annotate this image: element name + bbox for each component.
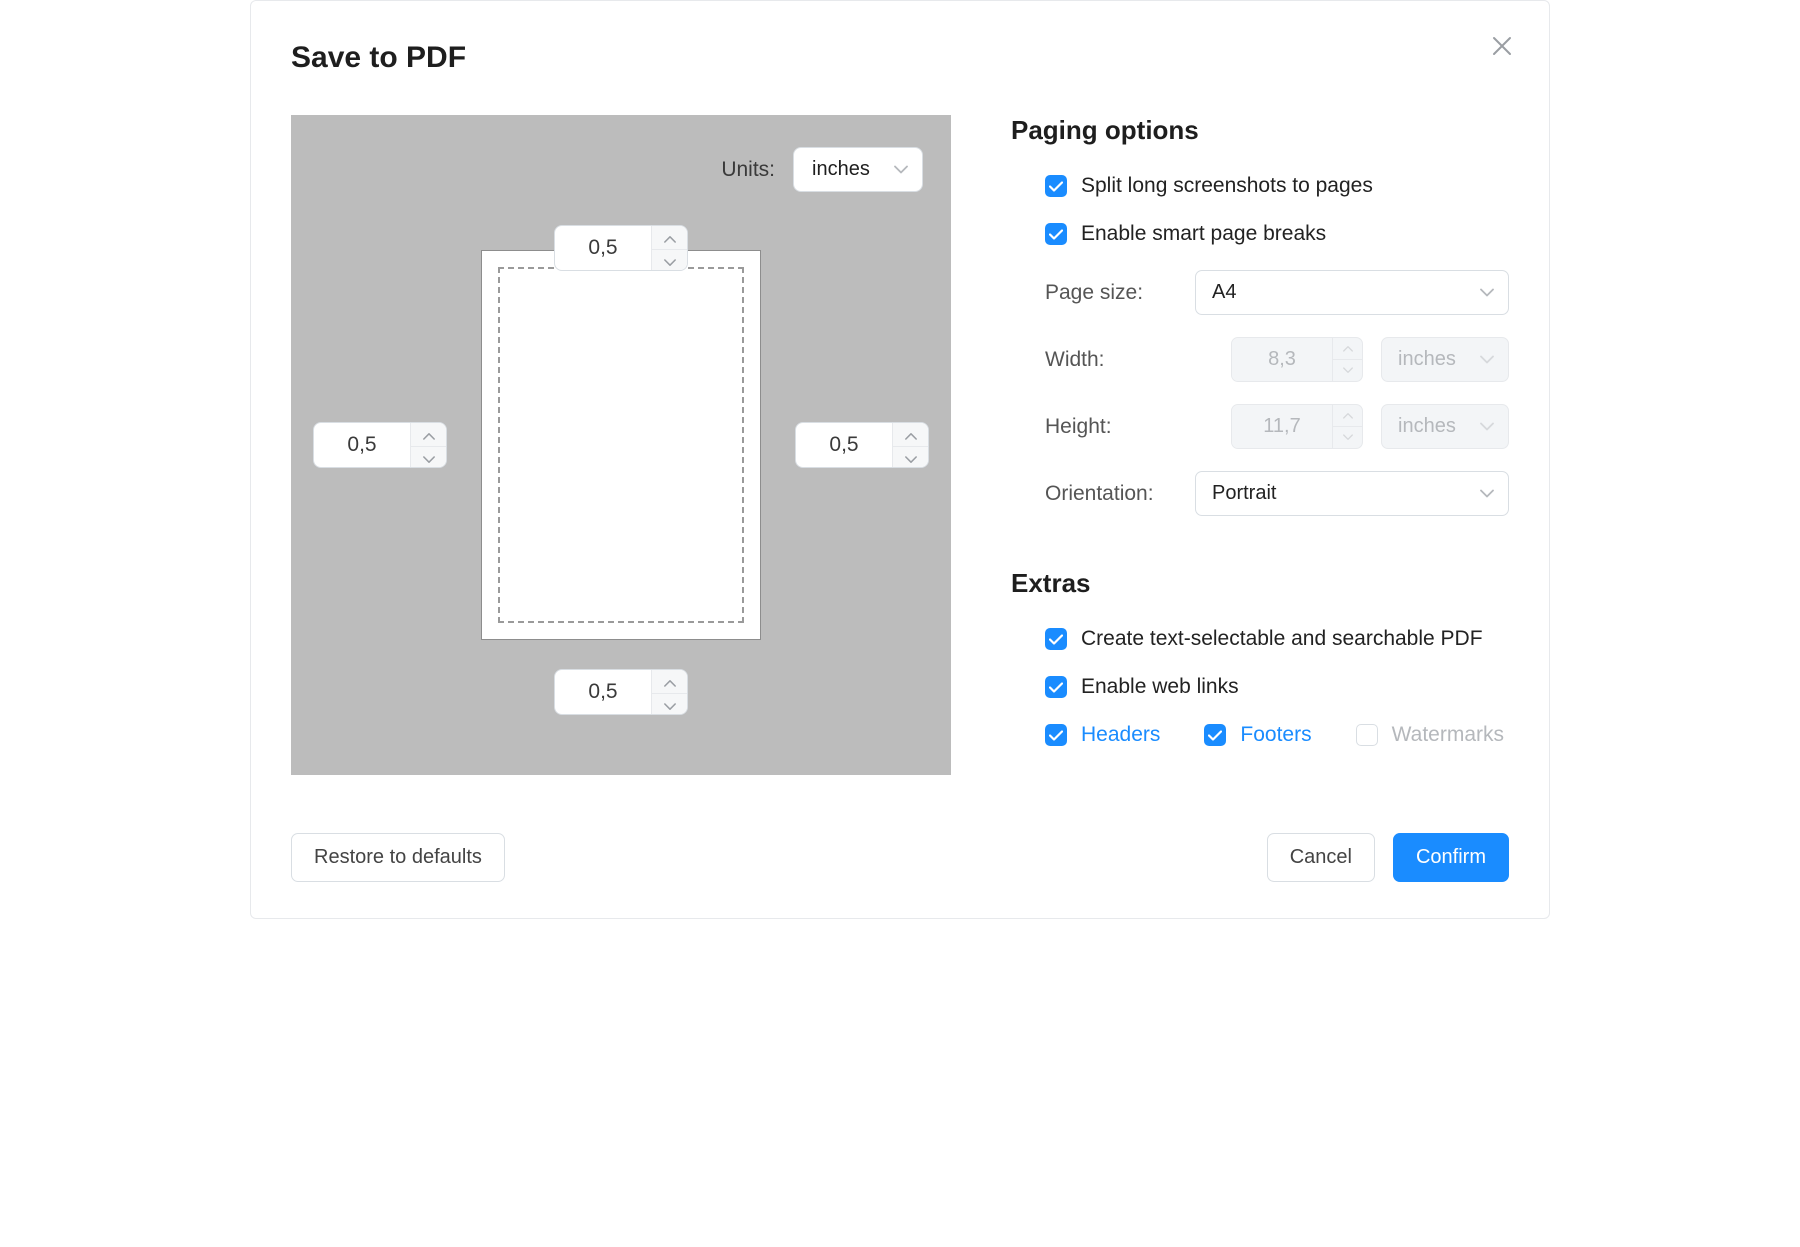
smart-breaks-checkbox[interactable] (1045, 223, 1067, 245)
width-increase (1333, 338, 1362, 360)
orientation-label: Orientation: (1045, 482, 1195, 506)
paging-section: Paging options Split long screenshots to… (1011, 115, 1509, 516)
headers-checkbox[interactable] (1045, 724, 1067, 746)
height-stepper: 11,7 (1231, 404, 1363, 449)
width-unit-value: inches (1398, 348, 1456, 370)
split-pages-label: Split long screenshots to pages (1081, 174, 1373, 198)
chevron-down-icon (1480, 422, 1494, 431)
options-column: Paging options Split long screenshots to… (1011, 115, 1509, 747)
paging-title: Paging options (1011, 115, 1509, 146)
margin-top-increase[interactable] (652, 226, 687, 250)
footers-checkbox[interactable] (1204, 724, 1226, 746)
margin-bottom-increase[interactable] (652, 670, 687, 694)
chevron-up-icon (664, 670, 676, 693)
page-preview-panel: Units: inches 0,5 0,5 (291, 115, 951, 775)
watermarks-label: Watermarks (1392, 723, 1504, 747)
chevron-down-icon (1343, 434, 1353, 441)
margin-bottom-decrease[interactable] (652, 694, 687, 715)
check-icon (1049, 730, 1063, 741)
units-value: inches (812, 158, 870, 180)
width-label: Width: (1045, 348, 1195, 372)
margin-left-decrease[interactable] (411, 447, 446, 468)
dialog-title: Save to PDF (291, 41, 1509, 75)
searchable-pdf-checkbox[interactable] (1045, 628, 1067, 650)
headers-link[interactable]: Headers (1081, 723, 1160, 747)
check-icon (1208, 730, 1222, 741)
chevron-up-icon (664, 226, 676, 249)
check-icon (1049, 229, 1063, 240)
confirm-button[interactable]: Confirm (1393, 833, 1509, 882)
footers-link[interactable]: Footers (1240, 723, 1311, 747)
margin-top-stepper[interactable]: 0,5 (554, 225, 688, 271)
chevron-down-icon (905, 447, 917, 468)
margin-left-stepper[interactable]: 0,5 (313, 422, 447, 468)
save-to-pdf-dialog: Save to PDF Units: inches 0,5 (250, 0, 1550, 919)
height-decrease (1333, 427, 1362, 448)
width-decrease (1333, 360, 1362, 381)
chevron-down-icon (1343, 367, 1353, 374)
width-stepper: 8,3 (1231, 337, 1363, 382)
extras-section: Extras Create text-selectable and search… (1011, 568, 1509, 747)
chevron-down-icon (1480, 355, 1494, 364)
height-unit-select: inches (1381, 404, 1509, 449)
page-size-select[interactable]: A4 (1195, 270, 1509, 315)
chevron-up-icon (1343, 345, 1353, 352)
chevron-down-icon (1480, 288, 1494, 297)
chevron-down-icon (894, 165, 908, 174)
check-icon (1049, 682, 1063, 693)
height-unit-value: inches (1398, 415, 1456, 437)
width-unit-select: inches (1381, 337, 1509, 382)
height-value: 11,7 (1232, 405, 1332, 448)
units-select[interactable]: inches (793, 147, 923, 192)
margin-bottom-stepper[interactable]: 0,5 (554, 669, 688, 715)
orientation-value: Portrait (1212, 482, 1276, 504)
margin-right-decrease[interactable] (893, 447, 928, 468)
height-increase (1333, 405, 1362, 427)
extras-title: Extras (1011, 568, 1509, 599)
chevron-down-icon (1480, 489, 1494, 498)
margin-top-value[interactable]: 0,5 (555, 226, 651, 270)
height-label: Height: (1045, 415, 1195, 439)
watermarks-checkbox[interactable] (1356, 724, 1378, 746)
margin-top-decrease[interactable] (652, 250, 687, 271)
margin-left-value[interactable]: 0,5 (314, 423, 410, 467)
cancel-button[interactable]: Cancel (1267, 833, 1375, 882)
web-links-checkbox[interactable] (1045, 676, 1067, 698)
margin-right-value[interactable]: 0,5 (796, 423, 892, 467)
split-pages-checkbox[interactable] (1045, 175, 1067, 197)
chevron-down-icon (664, 694, 676, 715)
width-value: 8,3 (1232, 338, 1332, 381)
margin-left-increase[interactable] (411, 423, 446, 447)
page-sheet-preview (481, 250, 761, 640)
page-size-value: A4 (1212, 281, 1236, 303)
chevron-up-icon (423, 423, 435, 446)
restore-defaults-button[interactable]: Restore to defaults (291, 833, 505, 882)
chevron-down-icon (423, 447, 435, 468)
chevron-up-icon (905, 423, 917, 446)
margin-right-stepper[interactable]: 0,5 (795, 422, 929, 468)
searchable-pdf-label: Create text-selectable and searchable PD… (1081, 627, 1483, 651)
web-links-label: Enable web links (1081, 675, 1239, 699)
margin-bottom-value[interactable]: 0,5 (555, 670, 651, 714)
page-size-label: Page size: (1045, 281, 1195, 305)
close-button[interactable] (1491, 35, 1513, 57)
check-icon (1049, 181, 1063, 192)
smart-breaks-label: Enable smart page breaks (1081, 222, 1326, 246)
check-icon (1049, 634, 1063, 645)
orientation-select[interactable]: Portrait (1195, 471, 1509, 516)
chevron-up-icon (1343, 412, 1353, 419)
close-icon (1491, 35, 1513, 57)
chevron-down-icon (664, 250, 676, 271)
margin-right-increase[interactable] (893, 423, 928, 447)
units-label: Units: (721, 158, 775, 182)
